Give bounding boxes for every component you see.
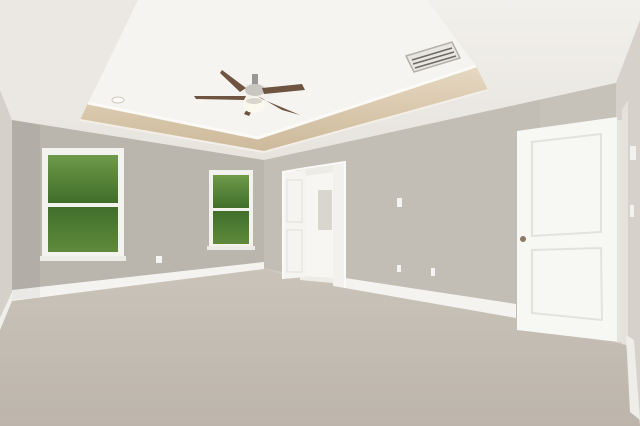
light-switch-icon xyxy=(630,146,636,160)
outlet-icon xyxy=(630,205,634,217)
light-switch-icon xyxy=(397,198,402,207)
recessed-light-icon xyxy=(111,96,125,104)
open-doorway xyxy=(282,160,346,288)
outlet-icon xyxy=(397,265,401,272)
room-photo xyxy=(0,0,640,426)
window-left xyxy=(40,148,126,261)
outlet-icon xyxy=(431,268,435,276)
window-right xyxy=(207,170,255,250)
door-knob-icon xyxy=(520,236,526,242)
outlet-icon xyxy=(156,256,162,263)
